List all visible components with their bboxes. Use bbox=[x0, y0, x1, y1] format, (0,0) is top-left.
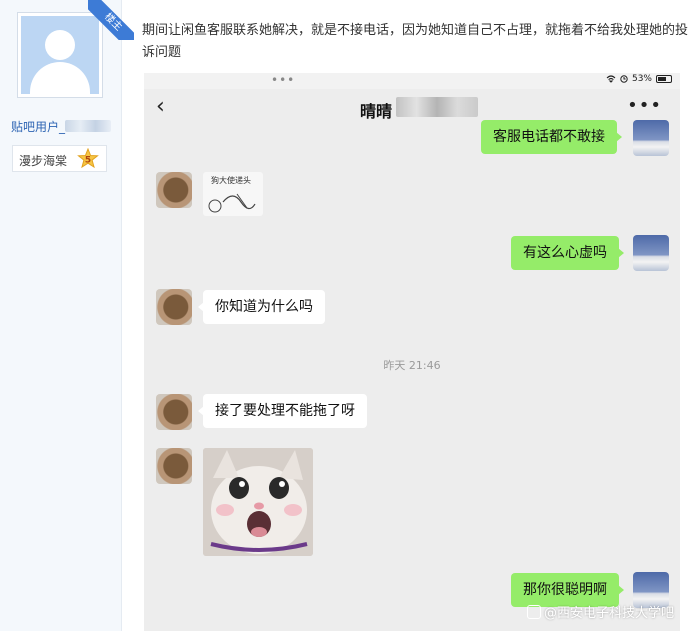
tieba-watermark: @西安电子科技大学吧 bbox=[526, 602, 674, 621]
chat-screenshot-image: ••• 53% ‹ 晴晴 ••• 客服电话都不敢接 狗大使递头 有这么心虚吗 你… bbox=[144, 73, 680, 631]
level-name: 漫步海棠 bbox=[19, 154, 68, 168]
meme-sticker-small: 狗大使递头 bbox=[203, 172, 263, 216]
battery-percent: 53% bbox=[631, 74, 652, 84]
message-bubble-received: 接了要处理不能拖了呀 bbox=[198, 394, 367, 428]
thread-starter-ribbon: 楼主 bbox=[88, 0, 134, 40]
status-dots: ••• bbox=[271, 73, 296, 87]
level-star-icon: 5 bbox=[77, 148, 99, 169]
cat-meme-image bbox=[203, 448, 313, 556]
contact-name-redaction bbox=[396, 97, 478, 117]
battery-icon bbox=[656, 75, 672, 83]
contact-avatar bbox=[156, 394, 192, 430]
more-options-icon[interactable]: ••• bbox=[627, 95, 662, 116]
contact-avatar bbox=[156, 289, 192, 325]
message-bubble-sent: 有这么心虚吗 bbox=[511, 236, 624, 270]
sticker-drawing-icon bbox=[208, 193, 256, 213]
alarm-icon bbox=[620, 75, 628, 83]
chat-timestamp: 昨天 21:46 bbox=[383, 359, 441, 372]
self-avatar bbox=[633, 235, 669, 271]
username-link[interactable]: 贴吧用户_ bbox=[11, 118, 112, 135]
wifi-icon bbox=[606, 75, 616, 83]
message-bubble-sent: 客服电话都不敢接 bbox=[481, 120, 622, 154]
message-bubble-received: 你知道为什么吗 bbox=[198, 290, 325, 324]
level-badge-box[interactable]: 漫步海棠 5 bbox=[12, 145, 107, 172]
self-avatar bbox=[633, 120, 669, 156]
post-content-text: 期间让闲鱼客服联系她解决，就是不接电话，因为她知道自己不占理，就拖着不给我处理她… bbox=[142, 23, 689, 60]
tieba-logo-icon bbox=[526, 605, 541, 619]
chat-contact-name: 晴晴 bbox=[360, 102, 393, 121]
contact-avatar bbox=[156, 448, 192, 484]
back-chevron-icon[interactable]: ‹ bbox=[156, 96, 165, 118]
author-sidebar: 楼主 贴吧用户_ 漫步海棠 5 bbox=[0, 0, 134, 631]
contact-avatar bbox=[156, 172, 192, 208]
phone-status-bar: ••• 53% bbox=[144, 73, 680, 89]
username-redaction bbox=[65, 120, 112, 132]
cat-face-icon bbox=[203, 448, 313, 556]
level-number: 5 bbox=[85, 156, 91, 166]
